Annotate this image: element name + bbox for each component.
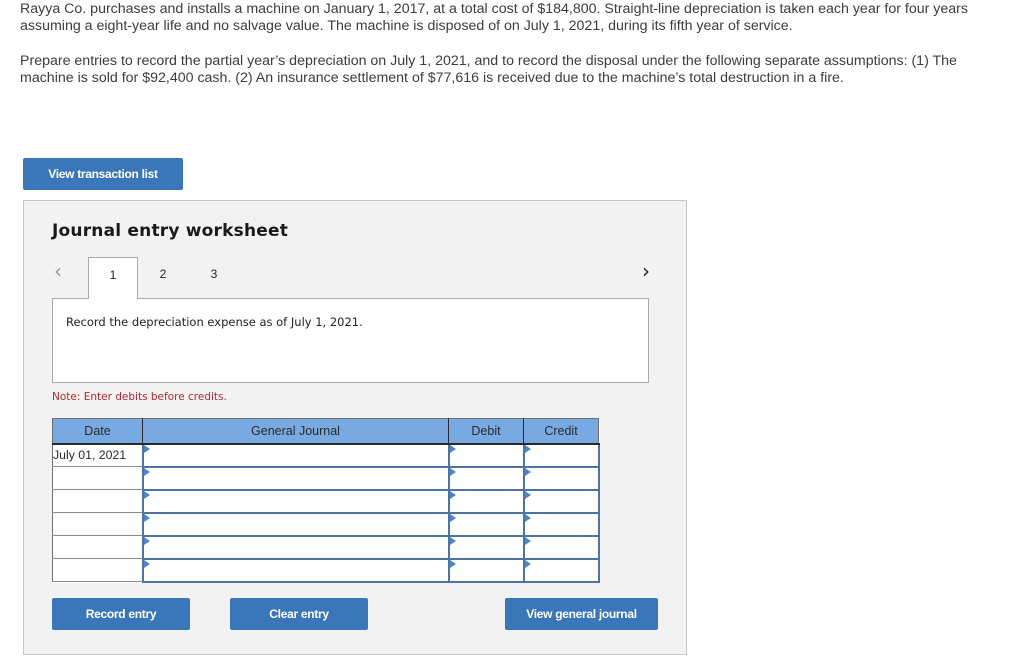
debit-input[interactable] [449, 490, 523, 512]
credit-input[interactable] [524, 513, 598, 535]
debit-cell[interactable] [447, 557, 525, 583]
journal-row [52, 465, 600, 491]
worksheet-title: Journal entry worksheet [52, 221, 289, 241]
dropdown-flag-icon [449, 559, 456, 568]
debit-input[interactable] [449, 559, 523, 581]
account-input[interactable] [143, 536, 448, 558]
view-general-journal-button[interactable]: View general journal [505, 598, 658, 630]
instruction-panel: Record the depreciation expense as of Ju… [52, 298, 649, 383]
dropdown-flag-icon [449, 467, 456, 476]
dropdown-flag-icon [449, 536, 456, 545]
dropdown-flag-icon [524, 467, 531, 476]
credit-cell[interactable] [522, 511, 600, 537]
chevron-left-icon[interactable]: ‹ [54, 261, 70, 283]
dropdown-flag-icon [449, 490, 456, 499]
account-input[interactable] [143, 467, 448, 489]
debit-cell[interactable] [447, 442, 525, 468]
credit-input[interactable] [524, 559, 598, 581]
date-cell: July 01, 2021 [52, 443, 143, 467]
dropdown-flag-icon [449, 444, 456, 453]
journal-row [52, 534, 600, 560]
account-cell[interactable] [141, 534, 450, 560]
dropdown-flag-icon [524, 559, 531, 568]
journal-row [52, 488, 600, 514]
account-cell[interactable] [141, 465, 450, 491]
account-input[interactable] [143, 490, 448, 512]
debit-input[interactable] [449, 513, 523, 535]
date-cell [52, 512, 143, 536]
dropdown-flag-icon [449, 513, 456, 522]
date-cell [52, 535, 143, 559]
journal-entry-worksheet: Journal entry worksheet ‹ 1 2 3 › Record… [23, 200, 687, 655]
chevron-right-icon[interactable]: › [642, 261, 658, 283]
dropdown-flag-icon [524, 490, 531, 499]
credit-cell[interactable] [522, 442, 600, 468]
journal-header-row: Date General Journal Debit Credit [52, 418, 599, 445]
journal-row [52, 557, 600, 583]
date-header: Date [52, 418, 143, 445]
debit-cell[interactable] [447, 488, 525, 514]
date-cell [52, 558, 143, 582]
dropdown-flag-icon [143, 490, 150, 499]
dropdown-flag-icon [143, 444, 150, 453]
dropdown-flag-icon [143, 513, 150, 522]
credit-input[interactable] [524, 467, 598, 489]
journal-row: July 01, 2021 [52, 442, 600, 468]
credit-cell[interactable] [522, 557, 600, 583]
tab-1[interactable]: 1 [88, 257, 138, 299]
debit-cell[interactable] [447, 511, 525, 537]
debit-header: Debit [448, 418, 524, 445]
account-cell[interactable] [141, 557, 450, 583]
tab-3[interactable]: 3 [189, 257, 239, 298]
tab-2[interactable]: 2 [138, 257, 188, 298]
debit-input[interactable] [449, 467, 523, 489]
problem-statement: Rayya Co. purchases and installs a machi… [20, 1, 980, 105]
dropdown-flag-icon [143, 559, 150, 568]
credit-cell[interactable] [522, 465, 600, 491]
account-cell[interactable] [141, 511, 450, 537]
credit-input[interactable] [524, 536, 598, 558]
general-journal-header: General Journal [142, 418, 449, 445]
account-input[interactable] [143, 559, 448, 581]
credit-cell[interactable] [522, 534, 600, 560]
problem-paragraph-2: Prepare entries to record the partial ye… [20, 53, 957, 86]
note-text: Note: Enter debits before credits. [52, 391, 227, 403]
dropdown-flag-icon [143, 467, 150, 476]
view-transaction-list-button[interactable]: View transaction list [23, 158, 183, 190]
debit-input[interactable] [449, 536, 523, 558]
account-input[interactable] [143, 513, 448, 535]
problem-paragraph-1: Rayya Co. purchases and installs a machi… [20, 1, 968, 34]
credit-input[interactable] [524, 444, 598, 466]
instruction-text: Record the depreciation expense as of Ju… [66, 315, 363, 329]
account-cell[interactable] [141, 442, 450, 468]
dropdown-flag-icon [524, 513, 531, 522]
date-cell [52, 466, 143, 490]
clear-entry-button[interactable]: Clear entry [230, 598, 368, 630]
account-cell[interactable] [141, 488, 450, 514]
dropdown-flag-icon [143, 536, 150, 545]
credit-header: Credit [523, 418, 599, 445]
debit-cell[interactable] [447, 465, 525, 491]
debit-cell[interactable] [447, 534, 525, 560]
journal-row [52, 511, 600, 537]
account-input[interactable] [143, 444, 448, 466]
date-cell [52, 489, 143, 513]
dropdown-flag-icon [524, 444, 531, 453]
debit-input[interactable] [449, 444, 523, 466]
journal-table: Date General Journal Debit Credit July 0… [52, 418, 600, 583]
credit-input[interactable] [524, 490, 598, 512]
credit-cell[interactable] [522, 488, 600, 514]
dropdown-flag-icon [524, 536, 531, 545]
record-entry-button[interactable]: Record entry [52, 598, 190, 630]
